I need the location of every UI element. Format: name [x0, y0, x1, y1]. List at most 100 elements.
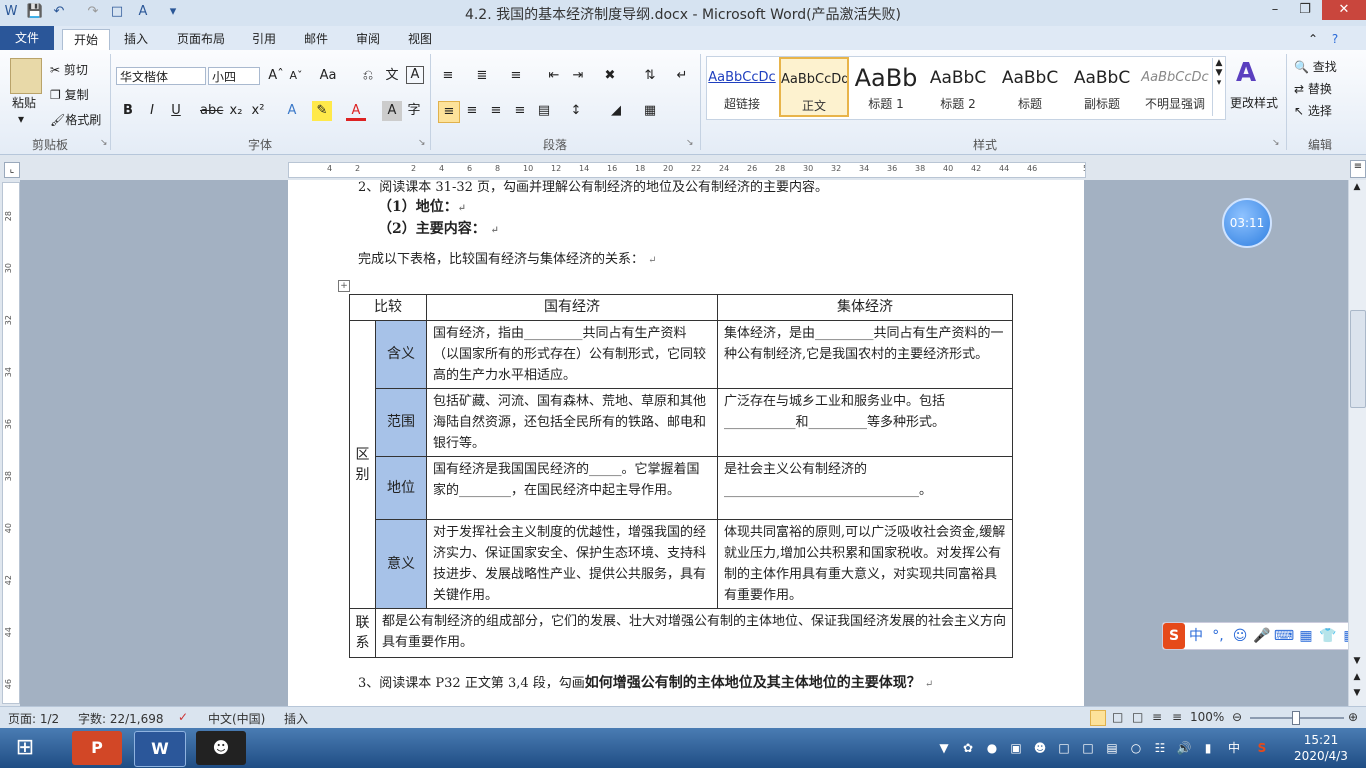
restore-button[interactable]: ❐: [1290, 0, 1320, 20]
strikethrough-icon[interactable]: abc: [200, 101, 223, 121]
view-ruler-icon[interactable]: ≡: [1350, 160, 1366, 178]
collective-meaning-cell[interactable]: 集体经济，是由_________共同占有生产资料的一种公有制经济,它是我国农村的…: [717, 320, 1013, 389]
help-icon[interactable]: ?: [1326, 29, 1344, 49]
minimize-button[interactable]: –: [1260, 0, 1290, 20]
subscript-icon[interactable]: x₂: [226, 101, 246, 121]
clipboard-icon[interactable]: [10, 58, 42, 94]
paste-button[interactable]: 粘贴: [12, 94, 36, 111]
vertical-ruler[interactable]: 28 30 32 34 36 38 40 42 44 46: [2, 182, 20, 704]
tab-selector-icon[interactable]: ⌞: [4, 162, 20, 178]
window-tray-icon[interactable]: □: [1080, 740, 1096, 756]
collective-scope-cell[interactable]: 广泛存在与城乡工业和服务业中。包括___________和_________等多…: [717, 388, 1013, 457]
vertical-scrollbar[interactable]: [1348, 180, 1366, 706]
web-layout-view-icon[interactable]: □: [1132, 710, 1143, 724]
paste-dropdown-icon[interactable]: ▾: [18, 112, 24, 126]
ime-keyboard-icon[interactable]: ⌨: [1273, 623, 1295, 649]
word-count[interactable]: 字数: 22/1,698: [78, 710, 164, 727]
line-spacing-icon[interactable]: ↕: [566, 101, 586, 121]
security-tray-icon[interactable]: ▼: [936, 740, 952, 756]
styles-scroll-icon[interactable]: ▲ ▼ ▾: [1212, 58, 1225, 116]
ime-punct-icon[interactable]: °,: [1207, 623, 1229, 649]
display-tray-icon[interactable]: ▤: [1104, 740, 1120, 756]
tab-review[interactable]: 审阅: [350, 29, 386, 49]
align-right-icon[interactable]: ≡: [486, 101, 506, 121]
state-status-cell[interactable]: 国有经济是我国国民经济的_____。它掌握着国家的________，在国民经济中…: [426, 456, 718, 520]
table-move-handle-icon[interactable]: +: [338, 280, 350, 292]
ime-chinese-icon[interactable]: 中: [1185, 623, 1207, 649]
language-indicator[interactable]: 中文(中国): [208, 710, 265, 727]
full-screen-view-icon[interactable]: □: [1112, 710, 1123, 724]
state-significance-cell[interactable]: 对于发挥社会主义制度的优越性，增强我国的经济实力、保证国家安全、保护生态环境、支…: [426, 519, 718, 609]
flower-tray-icon[interactable]: ✿: [960, 740, 976, 756]
tab-file[interactable]: 文件: [0, 26, 54, 50]
distributed-icon[interactable]: ▤: [534, 101, 554, 121]
font-size-combo[interactable]: 小四: [208, 67, 260, 85]
superscript-icon[interactable]: x²: [248, 101, 268, 121]
scroll-up-icon[interactable]: ▲: [1350, 182, 1364, 196]
shrink-font-icon[interactable]: Aˇ: [286, 66, 306, 86]
tab-home[interactable]: 开始: [62, 29, 110, 50]
page-count[interactable]: 页面: 1/2: [8, 710, 59, 727]
relation-cell[interactable]: 都是公有制经济的组成部分，它们的发展、壮大对增强公有制的主体地位、保证我国经济发…: [375, 608, 1013, 658]
borders-icon[interactable]: ▦: [640, 101, 660, 121]
app-tray-icon[interactable]: ●: [984, 740, 1000, 756]
browser-tray-icon[interactable]: ○: [1128, 740, 1144, 756]
outline-view-icon[interactable]: ≡: [1152, 710, 1162, 724]
paragraph-launcher-icon[interactable]: ↘: [686, 138, 694, 148]
sogou-tray-icon[interactable]: S: [1254, 740, 1270, 756]
zoom-in-icon[interactable]: ⊕: [1348, 710, 1358, 724]
align-center-icon[interactable]: ≡: [462, 101, 482, 121]
enclose-char-icon[interactable]: 字: [404, 101, 424, 121]
insert-mode[interactable]: 插入: [284, 710, 308, 727]
scroll-thumb[interactable]: [1350, 310, 1366, 408]
style-heading2[interactable]: AaBbC 标题 2: [923, 57, 993, 117]
copy-button[interactable]: ❐ 复制: [50, 86, 89, 103]
collective-significance-cell[interactable]: 体现共同富裕的原则,可以广泛吸收社会资金,缓解就业压力,增加公共积累和国家税收。…: [717, 519, 1013, 609]
align-left-icon[interactable]: ≡: [438, 101, 460, 123]
tab-mailings[interactable]: 邮件: [298, 29, 334, 49]
system-clock[interactable]: 15:21 2020/4/3: [1290, 732, 1352, 764]
scroll-down-icon[interactable]: ▼: [1350, 656, 1364, 670]
zoom-level[interactable]: 100%: [1190, 710, 1224, 724]
style-heading1[interactable]: AaBb 标题 1: [851, 57, 921, 117]
close-button[interactable]: ✕: [1322, 0, 1366, 20]
collective-status-cell[interactable]: 是社会主义公有制经济的_____________________________…: [717, 456, 1013, 520]
draft-view-icon[interactable]: ≡: [1172, 710, 1182, 724]
char-shading-icon[interactable]: A: [382, 101, 402, 121]
styles-launcher-icon[interactable]: ↘: [1272, 138, 1280, 148]
change-styles-icon[interactable]: A: [1236, 58, 1256, 88]
text-effects-icon[interactable]: A: [282, 101, 302, 121]
show-marks-icon[interactable]: ↵: [672, 66, 692, 86]
find-button[interactable]: 🔍 查找: [1294, 58, 1337, 75]
zoom-slider-thumb[interactable]: [1292, 711, 1300, 725]
tab-references[interactable]: 引用: [246, 29, 282, 49]
multilevel-list-icon[interactable]: ≡: [506, 66, 526, 86]
signal-icon[interactable]: ▮: [1200, 740, 1216, 756]
word-taskbar-icon[interactable]: W: [134, 731, 186, 767]
prev-page-icon[interactable]: ▲: [1350, 672, 1364, 686]
bullets-icon[interactable]: ≡: [438, 66, 458, 86]
clear-format-icon[interactable]: ⎌: [358, 66, 378, 86]
horizontal-ruler[interactable]: 4 2 2 4 6 8 10 12 14 16 18 20 22 24 26 28 30 32 34 36 38 40 42…: [288, 162, 1086, 178]
sogou-icon[interactable]: S: [1163, 623, 1185, 649]
print-layout-view-icon[interactable]: [1090, 710, 1106, 726]
chinese-layout-icon[interactable]: ✖: [600, 66, 620, 86]
nvidia-tray-icon[interactable]: ▣: [1008, 740, 1024, 756]
timer-badge[interactable]: 03:11: [1222, 198, 1272, 248]
style-hyperlink[interactable]: AaBbCcDc 超链接: [707, 57, 777, 117]
volume-icon[interactable]: 🔊: [1176, 740, 1192, 756]
ime-voice-icon[interactable]: 🎤: [1251, 623, 1273, 649]
next-page-icon[interactable]: ▼: [1350, 688, 1364, 702]
increase-indent-icon[interactable]: ⇥: [568, 66, 588, 86]
tab-page-layout[interactable]: 页面布局: [170, 29, 232, 49]
format-painter-button[interactable]: 🖌格式刷: [50, 111, 101, 128]
network-tray-icon[interactable]: ☷: [1152, 740, 1168, 756]
underline-icon[interactable]: U: [166, 101, 186, 121]
style-normal[interactable]: AaBbCcDd 正文: [779, 57, 849, 117]
font-launcher-icon[interactable]: ↘: [418, 138, 426, 148]
powerpoint-taskbar-icon[interactable]: P: [72, 731, 122, 765]
decrease-indent-icon[interactable]: ⇤: [544, 66, 564, 86]
cut-button[interactable]: ✂ 剪切: [50, 61, 88, 78]
char-border-icon[interactable]: A: [406, 66, 424, 84]
proofing-icon[interactable]: ✓: [178, 710, 188, 724]
